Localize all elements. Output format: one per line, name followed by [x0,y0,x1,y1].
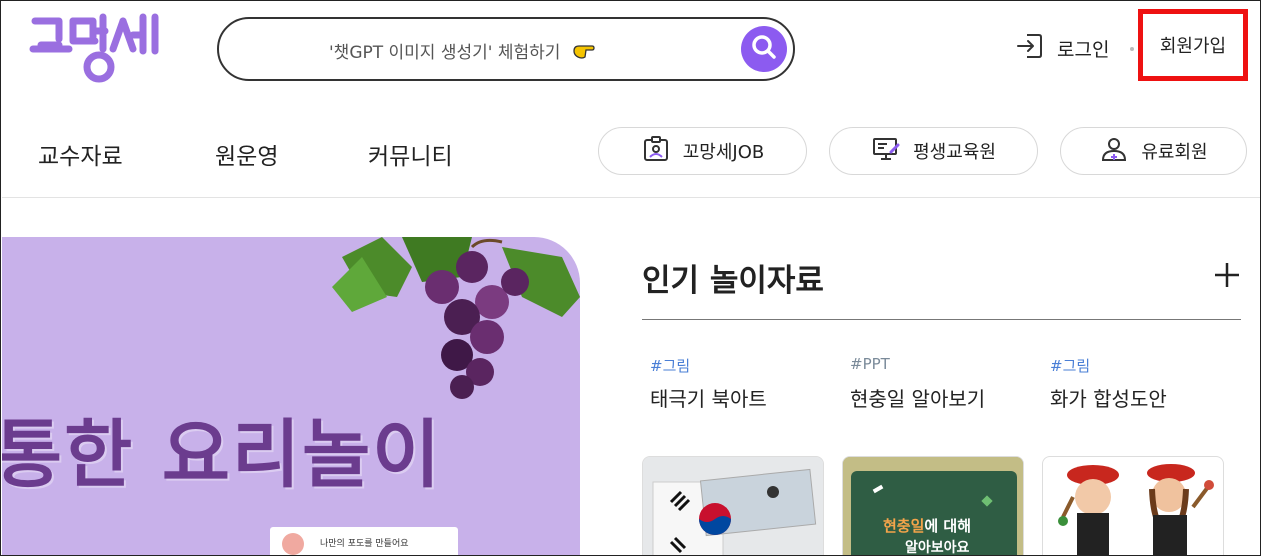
paid-member-button[interactable]: 유료회원 [1060,127,1247,175]
paid-member-label: 유료회원 [1141,142,1208,163]
banner-card: 나만의 포도를 만들어요 [270,527,458,555]
thumbnail-heading-rest: 에 대해 [924,517,972,535]
user-plus-icon [1099,134,1129,169]
lifelong-education-button[interactable]: 평생교육원 [829,127,1038,175]
header-divider [2,197,1260,198]
signup-link[interactable]: 회원가입 [1138,9,1248,81]
thumbnail-heading: 현충일에 대해 [883,515,971,536]
more-button[interactable] [1209,257,1245,293]
item-tag[interactable]: #PPT [850,355,890,373]
separator-dot [1130,47,1134,51]
flag-book-art-image [643,457,823,555]
id-card-icon [641,134,671,169]
search-placeholder: '챗GPT 이미지 생성기' 체험하기 [329,43,561,63]
nav-item-teaching-materials[interactable]: 교수자료 [38,137,123,171]
job-button[interactable]: 꼬망세JOB [598,127,807,175]
login-icon [1015,31,1045,66]
item-tag[interactable]: #그림 [650,355,690,376]
item-thumbnail[interactable]: 현충일에 대해 알아보아요 [842,456,1024,556]
thumbnail-subheading: 알아보아요 [905,540,970,556]
popular-section-title: 인기 놀이자료 [642,263,824,299]
pointing-hand-icon [572,42,596,65]
search-button[interactable] [741,26,787,72]
search-bar[interactable]: '챗GPT 이미지 생성기' 체험하기 [217,17,795,81]
item-title[interactable]: 태극기 북아트 [650,383,767,412]
nav-item-community[interactable]: 커뮤니티 [368,137,453,171]
item-title[interactable]: 화가 합성도안 [1050,383,1167,412]
item-thumbnail[interactable] [1042,456,1224,555]
lifelong-education-label: 평생교육원 [913,142,996,163]
page: '챗GPT 이미지 생성기' 체험하기 로그인 회원가입 교수자료 원운영 커뮤… [0,0,1261,556]
thumbnail-heading-highlight: 현충일 [883,517,925,535]
login-link[interactable]: 로그인 [1015,31,1109,66]
painter-kids-image [1058,464,1214,555]
banner-title: 통한 요리놀이 [2,412,443,498]
monitor-pen-icon [871,134,901,169]
banner-card-badge-icon [282,533,304,555]
plus-icon [1209,263,1245,297]
item-thumbnail[interactable] [642,456,824,555]
nav-item-kindergarten-operation[interactable]: 원운영 [215,137,278,171]
item-title[interactable]: 현충일 알아보기 [850,383,985,412]
item-tag[interactable]: #그림 [1050,355,1090,376]
site-logo[interactable] [29,9,189,89]
job-label: 꼬망세JOB [682,142,765,163]
search-input[interactable]: '챗GPT 이미지 생성기' 체험하기 [329,38,596,65]
search-icon [750,33,778,65]
login-label: 로그인 [1057,39,1110,61]
main-banner[interactable]: 통한 요리놀이 나만의 포도를 만들어요 [2,237,580,555]
banner-card-text: 나만의 포도를 만들어요 [320,539,409,549]
signup-label: 회원가입 [1159,36,1227,57]
section-divider [642,319,1241,320]
